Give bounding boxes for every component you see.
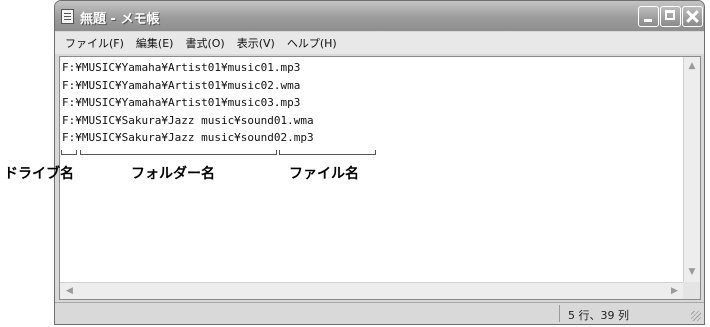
resize-grip-icon[interactable] — [691, 311, 701, 321]
menu-format[interactable]: 書式(O) — [179, 35, 230, 51]
menu-bar: ファイル(F) 編集(E) 書式(O) 表示(V) ヘルプ(H) — [55, 32, 704, 54]
file-bracket — [279, 150, 376, 155]
notepad-icon[interactable] — [61, 9, 74, 24]
window-title: 無題 - メモ帳 — [80, 12, 160, 27]
status-bar: 5 行、39 列 — [55, 302, 704, 324]
cursor-position: 5 行、39 列 — [568, 309, 629, 322]
menu-help[interactable]: ヘルプ(H) — [281, 35, 343, 51]
close-button[interactable] — [682, 6, 703, 27]
menu-edit[interactable]: 編集(E) — [130, 35, 180, 51]
text-line[interactable]: F:¥MUSIC¥Yamaha¥Artist01¥music02.wma — [62, 77, 314, 95]
folder-name-label: フォルダー名 — [131, 166, 215, 182]
horizontal-scrollbar[interactable]: ◀ ▶ — [60, 282, 684, 299]
file-name-label: ファイル名 — [289, 166, 359, 182]
text-line[interactable]: F:¥MUSIC¥Sakura¥Jazz music¥sound01.wma — [62, 112, 314, 130]
scroll-right-icon[interactable]: ▶ — [667, 284, 682, 298]
text-line[interactable]: F:¥MUSIC¥Sakura¥Jazz music¥sound02.mp3 — [62, 129, 314, 147]
drive-name-label: ドライブ名 — [4, 166, 74, 182]
title-bar[interactable]: 無題 - メモ帳 — [55, 1, 704, 31]
scroll-down-icon[interactable]: ▼ — [685, 265, 699, 280]
scrollbar-corner — [683, 282, 700, 299]
status-divider — [559, 305, 560, 322]
scroll-up-icon[interactable]: ▲ — [685, 59, 699, 74]
minimize-button[interactable] — [638, 6, 659, 27]
text-line[interactable]: F:¥MUSIC¥Yamaha¥Artist01¥music03.mp3 — [62, 94, 314, 112]
maximize-button[interactable] — [660, 6, 681, 27]
menu-view[interactable]: 表示(V) — [231, 35, 281, 51]
menu-file[interactable]: ファイル(F) — [59, 35, 130, 51]
drive-bracket — [61, 150, 77, 155]
folder-bracket — [80, 150, 277, 155]
text-line[interactable]: F:¥MUSIC¥Yamaha¥Artist01¥music01.mp3 — [62, 59, 314, 77]
scroll-left-icon[interactable]: ◀ — [62, 284, 77, 298]
vertical-scrollbar[interactable]: ▲ ▼ — [683, 57, 700, 282]
